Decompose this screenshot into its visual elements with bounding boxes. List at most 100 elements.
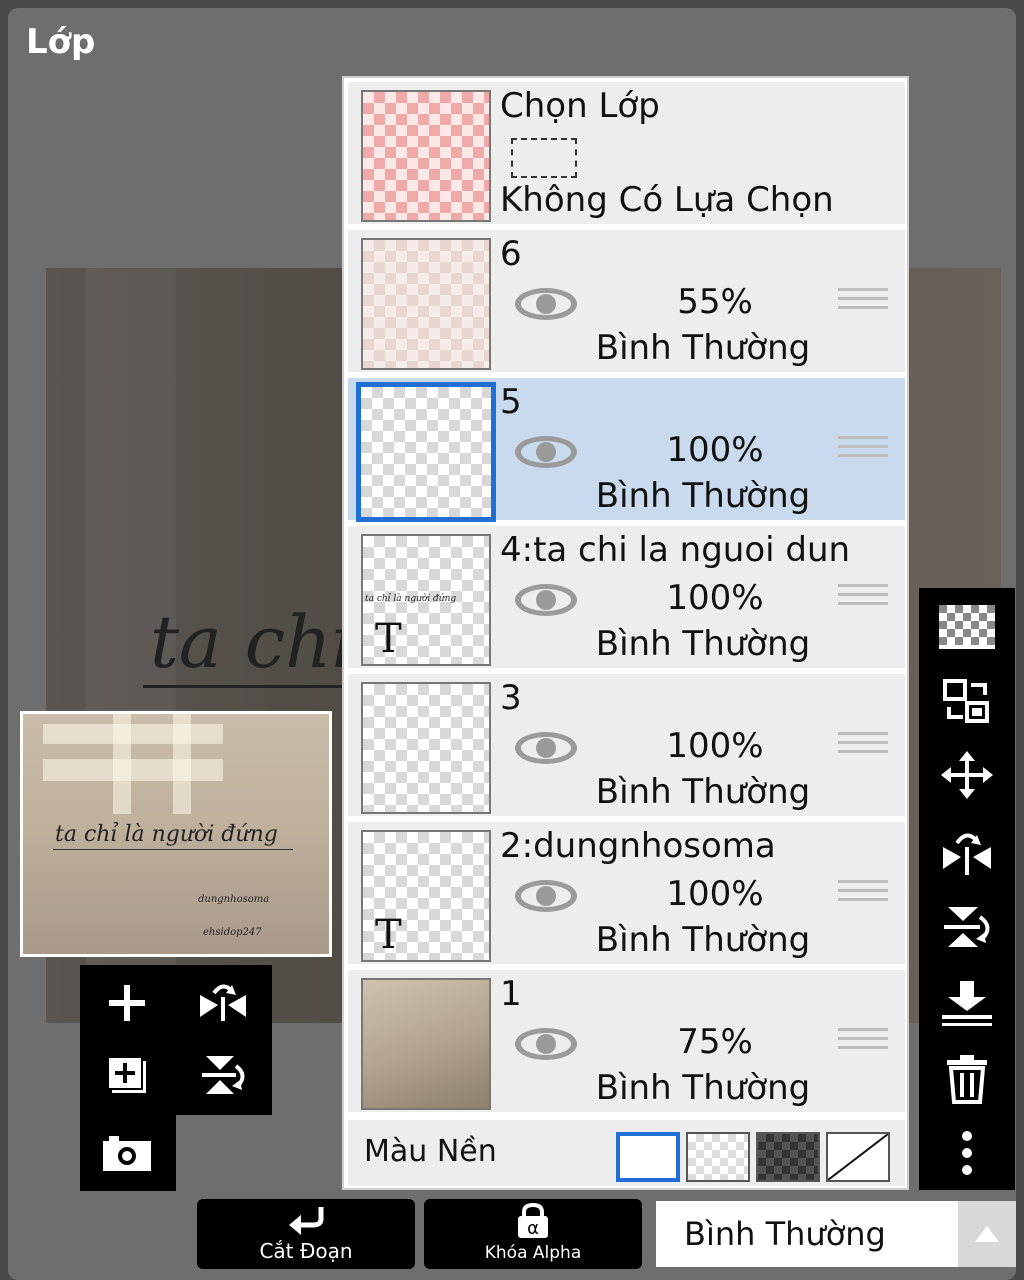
layer-name: 2:dungnhosoma <box>500 826 776 866</box>
layer-thumbnail-text: ta chỉ là người đứng <box>365 594 457 604</box>
add-layer-copy-button[interactable] <box>92 1045 162 1105</box>
background-color-label: Màu Nền <box>364 1134 497 1169</box>
flip-horizontal-icon <box>200 984 246 1021</box>
camera-button[interactable] <box>92 1123 162 1183</box>
layer-opacity[interactable]: 75% <box>610 1022 820 1062</box>
canvas-text: ta chi <box>150 600 355 684</box>
layer-opacity[interactable]: 100% <box>610 726 820 766</box>
bg-none-swatch[interactable] <box>826 1132 890 1182</box>
layer-thumbnail <box>361 238 491 370</box>
flip-vertical-button-right[interactable] <box>932 898 1002 956</box>
layer-row[interactable]: T 2:dungnhosoma 100% Bình Thường <box>348 822 905 967</box>
canvas-underline <box>143 685 343 688</box>
text-layer-icon: T <box>375 912 402 958</box>
clip-label: Cắt Đoạn <box>259 1239 353 1263</box>
eye-icon[interactable] <box>513 728 579 768</box>
drag-handle-icon[interactable] <box>838 880 888 910</box>
layer-opacity[interactable]: 100% <box>610 578 820 618</box>
flip-vertical-icon <box>944 907 990 947</box>
eye-icon[interactable] <box>513 432 579 472</box>
lock-icon: α <box>518 1203 548 1239</box>
merge-down-button[interactable] <box>932 974 1002 1032</box>
flip-vertical-icon <box>202 1056 245 1094</box>
layer-row[interactable]: 3 100% Bình Thường <box>348 674 905 819</box>
triangle-up-icon <box>975 1226 999 1242</box>
drag-handle-icon[interactable] <box>838 436 888 466</box>
plus-icon <box>109 985 145 1021</box>
swap-layer-button[interactable] <box>932 672 1002 730</box>
left-toolbar <box>80 965 272 1115</box>
flip-horizontal-button[interactable] <box>188 973 258 1033</box>
selection-rect-icon <box>511 138 577 178</box>
move-icon <box>941 751 993 799</box>
layer-blend-mode: Bình Thường <box>595 328 811 368</box>
layer-blend-mode: Bình Thường <box>595 1068 811 1108</box>
layer-row[interactable]: ta chỉ là người đứng T 4:ta chi la nguoi… <box>348 526 905 671</box>
layer-thumbnail <box>356 382 496 522</box>
more-icon <box>962 1131 972 1175</box>
camera-icon <box>103 1136 151 1171</box>
layer-row[interactable]: 6 55% Bình Thường <box>348 230 905 375</box>
layer-blend-mode: Bình Thường <box>595 920 811 960</box>
navigator-small-text-2: ehsidop247 <box>203 927 262 938</box>
navigator-small-text: dungnhosoma <box>198 894 270 905</box>
clip-arrow-icon <box>289 1207 324 1235</box>
flip-horizontal-icon <box>943 833 991 875</box>
navigator-thumbnail[interactable]: ta chỉ là người đứng dungnhosoma ehsidop… <box>20 711 332 957</box>
layer-blend-mode: Bình Thường <box>595 476 811 516</box>
layer-panel: Chọn Lớp Không Có Lựa Chọn 6 55% Bình Th… <box>342 76 909 1190</box>
drag-handle-icon[interactable] <box>838 732 888 762</box>
eye-icon[interactable] <box>513 580 579 620</box>
selection-layer-thumbnail <box>361 90 491 222</box>
eye-icon[interactable] <box>513 284 579 324</box>
drag-handle-icon[interactable] <box>838 288 888 318</box>
layer-name: 3 <box>500 678 522 718</box>
bg-white-swatch[interactable] <box>616 1132 680 1182</box>
navigator-image: ta chỉ là người đứng dungnhosoma ehsidop… <box>23 714 329 954</box>
flip-vertical-button[interactable] <box>188 1045 258 1105</box>
layer-name: 1 <box>500 974 522 1014</box>
layer-opacity[interactable]: 55% <box>610 282 820 322</box>
eye-icon[interactable] <box>513 876 579 916</box>
alpha-lock-label: Khóa Alpha <box>484 1243 582 1263</box>
layer-thumbnail <box>361 682 491 814</box>
drag-handle-icon[interactable] <box>838 584 888 614</box>
layer-blend-mode: Bình Thường <box>595 624 811 664</box>
clip-button[interactable]: Cắt Đoạn <box>197 1199 415 1269</box>
add-layer-icon <box>107 1056 146 1093</box>
layer-opacity[interactable]: 100% <box>610 874 820 914</box>
move-button[interactable] <box>932 746 1002 804</box>
navigator-title: ta chỉ là người đứng <box>55 822 278 847</box>
trash-icon <box>947 1055 987 1104</box>
add-layer-button[interactable] <box>92 973 162 1033</box>
delete-layer-button[interactable] <box>932 1050 1002 1108</box>
alpha-lock-button[interactable]: α Khóa Alpha <box>424 1199 642 1269</box>
eye-icon[interactable] <box>513 1024 579 1064</box>
dialog-title: Lớp <box>26 22 96 62</box>
flip-horizontal-button-right[interactable] <box>932 824 1002 882</box>
blend-mode-dropdown-button[interactable] <box>958 1201 1016 1267</box>
layer-name: 4:ta chi la nguoi dun <box>500 530 851 570</box>
transparency-icon <box>939 605 995 649</box>
selection-status: Không Có Lựa Chọn <box>500 180 834 220</box>
layer-name: 6 <box>500 234 522 274</box>
selection-layer-row[interactable]: Chọn Lớp Không Có Lựa Chọn <box>348 82 905 227</box>
layer-row-selected[interactable]: 5 100% Bình Thường <box>348 378 905 523</box>
blend-mode-select[interactable]: Bình Thường <box>656 1201 958 1267</box>
layer-row[interactable]: 1 75% Bình Thường <box>348 970 905 1115</box>
bg-transparent-light-swatch[interactable] <box>686 1132 750 1182</box>
layer-name: 5 <box>500 382 522 422</box>
layer-blend-mode: Bình Thường <box>595 772 811 812</box>
merge-down-icon <box>942 981 992 1026</box>
transparency-button[interactable] <box>932 598 1002 656</box>
svg-text:α: α <box>527 1218 539 1239</box>
background-color-row: Màu Nền <box>348 1120 905 1186</box>
more-button[interactable] <box>932 1124 1002 1182</box>
layer-opacity[interactable]: 100% <box>610 430 820 470</box>
swap-layer-icon <box>943 679 989 723</box>
left-toolbar-extra <box>80 1115 176 1191</box>
layer-thumbnail: ta chỉ là người đứng T <box>361 534 491 666</box>
bg-transparent-dark-swatch[interactable] <box>756 1132 820 1182</box>
layer-thumbnail: T <box>361 830 491 962</box>
drag-handle-icon[interactable] <box>838 1028 888 1058</box>
